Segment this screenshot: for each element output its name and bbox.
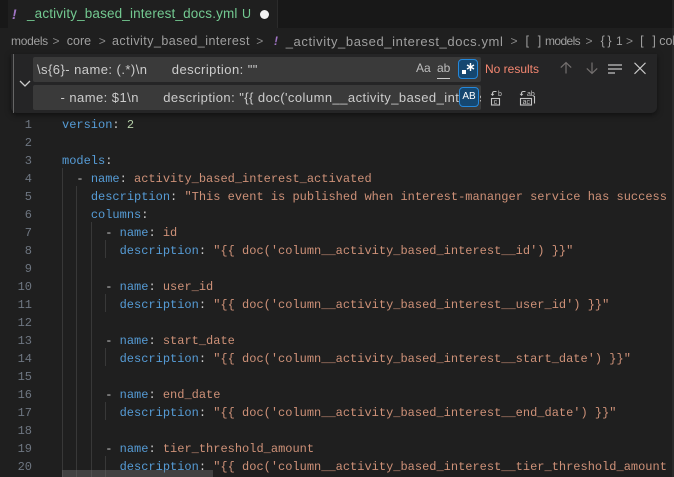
- svg-text:ab: ab: [527, 91, 535, 98]
- svg-text:c: c: [494, 99, 498, 106]
- svg-text:ac: ac: [523, 99, 531, 106]
- svg-text:b: b: [498, 91, 502, 98]
